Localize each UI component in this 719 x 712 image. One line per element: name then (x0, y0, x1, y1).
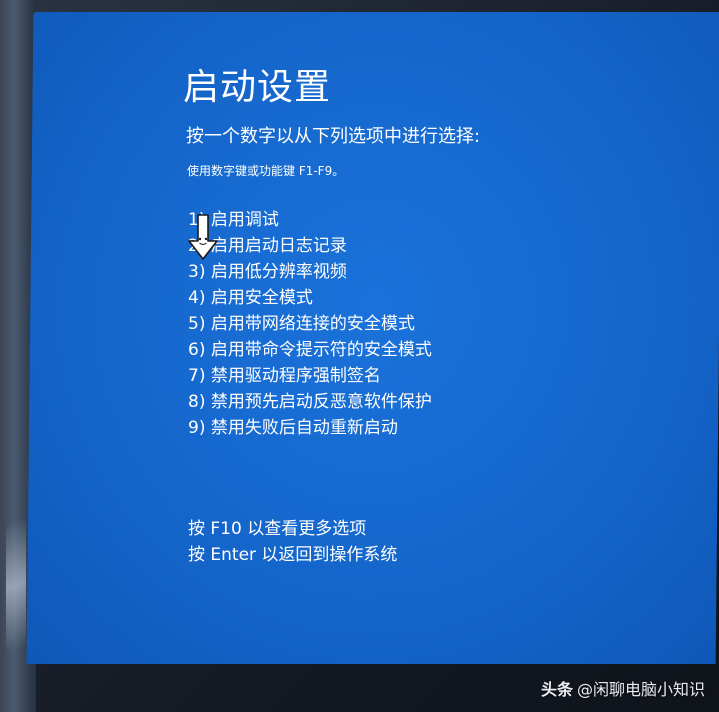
watermark-brand: 头条 (540, 680, 573, 699)
page-title: 启动设置 (183, 67, 332, 108)
photo-frame: 启动设置 按一个数字以从下列选项中进行选择: 使用数字键或功能键 F1-F9。 … (0, 0, 719, 712)
option-enable-low-resolution-video[interactable]: 3) 启用低分辨率视频 (188, 259, 432, 285)
arrow-down-cursor-icon (188, 214, 218, 260)
key-hint-text: 使用数字键或功能键 F1-F9。 (187, 164, 345, 178)
option-disable-early-antimalware[interactable]: 8) 禁用预先启动反恶意软件保护 (188, 389, 432, 415)
option-enable-debugging[interactable]: 1) 启用调试 (188, 207, 432, 233)
startup-options-list: 1) 启用调试 2) 启用启动日志记录 3) 启用低分辨率视频 4) 启用安全模… (188, 207, 432, 441)
watermark: 头条 @闲聊电脑小知识 (541, 676, 705, 700)
option-enable-safe-mode[interactable]: 4) 启用安全模式 (188, 285, 432, 311)
option-disable-driver-signature[interactable]: 7) 禁用驱动程序强制签名 (188, 363, 432, 389)
option-disable-auto-restart[interactable]: 9) 禁用失败后自动重新启动 (188, 415, 432, 441)
bezel-glare (6, 516, 26, 654)
more-options-text[interactable]: 按 F10 以查看更多选项 (188, 516, 397, 542)
footer-instructions: 按 F10 以查看更多选项 按 Enter 以返回到操作系统 (188, 516, 397, 568)
option-enable-boot-logging[interactable]: 2) 启用启动日志记录 (188, 233, 432, 259)
watermark-account: @闲聊电脑小知识 (576, 680, 705, 699)
return-os-text[interactable]: 按 Enter 以返回到操作系统 (188, 542, 397, 568)
option-safe-mode-command-prompt[interactable]: 6) 启用带命令提示符的安全模式 (188, 337, 432, 363)
instruction-text: 按一个数字以从下列选项中进行选择: (186, 126, 481, 147)
option-safe-mode-networking[interactable]: 5) 启用带网络连接的安全模式 (188, 311, 432, 337)
